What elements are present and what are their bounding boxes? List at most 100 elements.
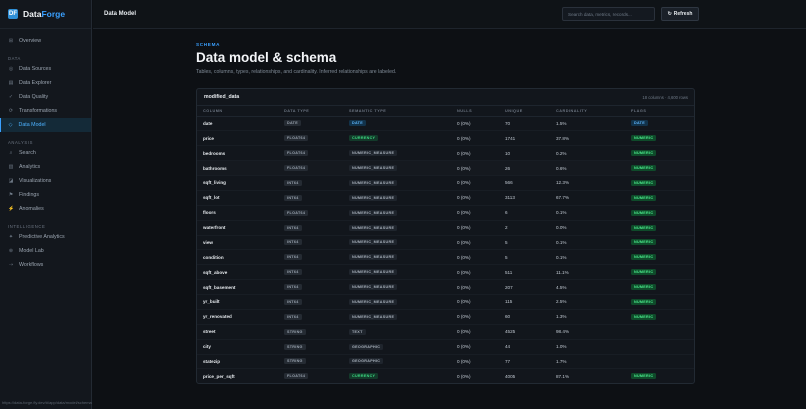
table-row[interactable]: price_per_sqft FLOAT64 CURRENCY 0 (0%) 4005 8… xyxy=(197,368,694,383)
table-row[interactable]: floors FLOAT64 NUMERIC_MEASURE 0 (0%) 6 0.1% N… xyxy=(197,205,694,221)
sidebar-item-label: Transformations xyxy=(19,108,58,114)
column-name: statezip xyxy=(197,354,278,370)
sidebar-item-model-lab[interactable]: ⊛ Model Lab xyxy=(0,244,91,258)
table-row[interactable]: waterfront INT64 NUMERIC_MEASURE 0 (0%) 2 0.0… xyxy=(197,220,694,236)
sidebar-item-anomalies[interactable]: ⚡ Anomalies xyxy=(0,202,91,216)
table-row[interactable]: sqft_above INT64 NUMERIC_MEASURE 0 (0%) 511 1… xyxy=(197,264,694,281)
table-row[interactable]: sqft_living INT64 NUMERIC_MEASURE 0 (0%) 566… xyxy=(197,175,694,191)
nulls-cell: 0 (0%) xyxy=(451,339,499,355)
flags-cell: NUMERIC xyxy=(625,190,694,206)
sidebar-item-visualizations[interactable]: ◪ Visualizations xyxy=(0,174,91,188)
table-row[interactable]: city STRING GEOGRAPHIC 0 (0%) 44 1.0% xyxy=(197,339,694,355)
column-header[interactable]: UNIQUE xyxy=(499,106,550,117)
semantic-type-badge: NUMERIC_MEASURE xyxy=(349,269,398,276)
sidebar-item-transformations[interactable]: ⟳ Transformations xyxy=(0,104,91,118)
data-type-badge: STRING xyxy=(284,328,306,335)
page-subtitle: Tables, columns, types, relationships, a… xyxy=(196,69,397,75)
table-name: modified_data xyxy=(204,94,240,100)
data-type-cell: INT64 xyxy=(278,264,343,281)
sidebar-item-findings[interactable]: ⚑ Findings xyxy=(0,188,91,202)
cardinality-cell: 2.5% xyxy=(550,294,625,310)
column-header[interactable]: COLUMN xyxy=(197,106,278,117)
grid-icon: ⊞ xyxy=(8,38,14,44)
semantic-type-cell: NUMERIC_MEASURE xyxy=(343,205,451,221)
brand[interactable]: DF DataForge xyxy=(0,0,91,29)
data-type-cell: INT64 xyxy=(278,309,343,325)
table-row[interactable]: street STRING TEXT 0 (0%) 4525 98.4% xyxy=(197,324,694,340)
data-type-cell: INT64 xyxy=(278,294,343,310)
data-type-badge: STRING xyxy=(284,358,306,365)
unique-cell: 5 xyxy=(499,249,550,266)
data-type-cell: FLOAT64 xyxy=(278,205,343,221)
semantic-type-cell: GEOGRAPHIC xyxy=(343,339,451,355)
unique-cell: 70 xyxy=(499,116,550,132)
unique-cell: 77 xyxy=(499,354,550,370)
chart-icon: ◪ xyxy=(8,178,14,184)
table-row[interactable]: sqft_basement INT64 NUMERIC_MEASURE 0 (0%) 2… xyxy=(197,279,694,295)
sidebar-item-workflows[interactable]: ⇢ Workflows xyxy=(0,258,91,272)
database-icon: ◎ xyxy=(8,66,14,72)
column-header[interactable]: NULLS xyxy=(451,106,499,117)
table-row[interactable]: yr_renovated INT64 NUMERIC_MEASURE 0 (0%) 60… xyxy=(197,309,694,325)
sidebar-item-predictive-analytics[interactable]: ✦ Predictive Analytics xyxy=(0,230,91,244)
nulls-cell: 0 (0%) xyxy=(451,294,499,310)
sidebar-item-overview[interactable]: ⊞ Overview xyxy=(0,34,91,48)
data-type-cell: INT64 xyxy=(278,235,343,251)
table-row[interactable]: statezip STRING GEOGRAPHIC 0 (0%) 77 1.7% xyxy=(197,354,694,370)
unique-cell: 4005 xyxy=(499,368,550,383)
sidebar-item-data-quality[interactable]: ✓ Data Quality xyxy=(0,90,91,104)
table-row[interactable]: price FLOAT64 CURRENCY 0 (0%) 1741 37.8% NUMER… xyxy=(197,130,694,147)
sidebar: DF DataForge ⊞ Overview DATA ◎ Data Sources ▤… xyxy=(0,0,92,409)
table-row[interactable]: view INT64 NUMERIC_MEASURE 0 (0%) 5 0.1% NUMER… xyxy=(197,235,694,251)
table-row[interactable]: sqft_lot INT64 NUMERIC_MEASURE 0 (0%) 3113 67… xyxy=(197,190,694,206)
unique-cell: 3113 xyxy=(499,190,550,206)
app-window: DF DataForge ⊞ Overview DATA ◎ Data Sources ▤… xyxy=(0,0,806,409)
column-name: yr_renovated xyxy=(197,309,278,325)
data-type-cell: FLOAT64 xyxy=(278,130,343,147)
table-row[interactable]: condition INT64 NUMERIC_MEASURE 0 (0%) 5 0.1%… xyxy=(197,249,694,266)
column-header[interactable]: CARDINALITY xyxy=(550,106,625,117)
page-header: SCHEMA Data model & schema Tables, colum… xyxy=(196,42,396,75)
nulls-cell: 0 (0%) xyxy=(451,205,499,221)
table-row[interactable]: yr_built INT64 NUMERIC_MEASURE 0 (0%) 115 2.5… xyxy=(197,294,694,310)
nulls-cell: 0 (0%) xyxy=(451,130,499,147)
flag-badge: NUMERIC xyxy=(631,165,657,172)
flags-cell: NUMERIC xyxy=(625,264,694,281)
sidebar-item-data-explorer[interactable]: ▤ Data Explorer xyxy=(0,76,91,90)
data-type-cell: STRING xyxy=(278,324,343,340)
table-row[interactable]: bedrooms FLOAT64 NUMERIC_MEASURE 0 (0%) 10 0.… xyxy=(197,145,694,162)
sidebar-item-data-sources[interactable]: ◎ Data Sources xyxy=(0,62,91,76)
sidebar-item-analytics[interactable]: ▥ Analytics xyxy=(0,160,91,174)
column-name: sqft_above xyxy=(197,264,278,281)
semantic-type-cell: NUMERIC_MEASURE xyxy=(343,279,451,295)
semantic-type-badge: CURRENCY xyxy=(349,135,379,142)
data-type-cell: INT64 xyxy=(278,249,343,266)
column-name: sqft_living xyxy=(197,175,278,191)
nulls-cell: 0 (0%) xyxy=(451,249,499,266)
cardinality-cell: 0.2% xyxy=(550,145,625,162)
data-type-badge: INT64 xyxy=(284,194,302,201)
nulls-cell: 0 (0%) xyxy=(451,145,499,162)
column-header[interactable]: FLAGS xyxy=(625,106,694,117)
data-type-cell: INT64 xyxy=(278,190,343,206)
table-row[interactable]: date DATE DATE 0 (0%) 70 1.5% DATE xyxy=(197,116,694,132)
column-header[interactable]: SEMANTIC TYPE xyxy=(343,106,451,117)
refresh-button[interactable]: ↻ Refresh xyxy=(661,7,699,21)
semantic-type-badge: TEXT xyxy=(349,328,366,335)
cardinality-cell: 12.3% xyxy=(550,175,625,191)
cardinality-cell: 1.5% xyxy=(550,116,625,132)
sidebar-item-data-model[interactable]: ◇ Data Model xyxy=(0,118,91,132)
data-type-badge: INT64 xyxy=(284,284,302,291)
search-input[interactable]: Search data, metrics, records... xyxy=(562,7,655,21)
cardinality-cell: 4.5% xyxy=(550,279,625,295)
semantic-type-badge: NUMERIC_MEASURE xyxy=(349,179,398,186)
sidebar-item-search[interactable]: ⌕ Search xyxy=(0,146,91,160)
semantic-type-cell: NUMERIC_MEASURE xyxy=(343,249,451,266)
data-type-badge: INT64 xyxy=(284,269,302,276)
search-icon: ⌕ xyxy=(9,150,13,156)
semantic-type-cell: NUMERIC_MEASURE xyxy=(343,309,451,325)
data-type-cell: FLOAT64 xyxy=(278,368,343,383)
table-row[interactable]: bathrooms FLOAT64 NUMERIC_MEASURE 0 (0%) 26 0… xyxy=(197,160,694,176)
column-header[interactable]: DATA TYPE xyxy=(278,106,343,117)
nulls-cell: 0 (0%) xyxy=(451,309,499,325)
